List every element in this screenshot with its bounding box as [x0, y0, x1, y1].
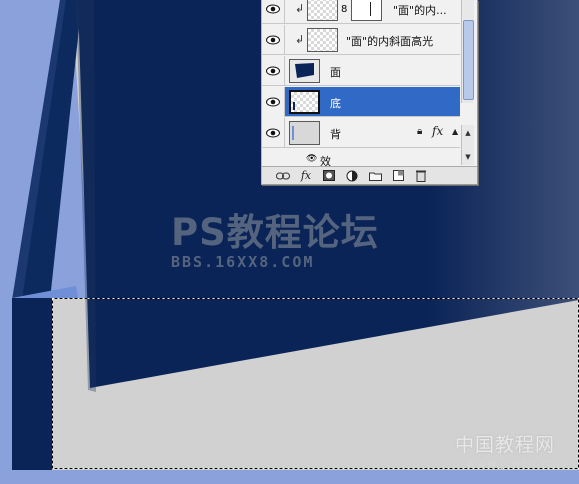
layer-row-back[interactable]: 背 🔒︎ fx ▲	[262, 118, 460, 148]
clip-arrow-icon: ↲	[295, 2, 305, 15]
site-watermark-url: www.jcwcn.com	[467, 457, 568, 470]
layer-thumbnail	[307, 0, 338, 21]
clip-arrow-icon: ↲	[295, 33, 305, 46]
layer-row-face-inner[interactable]: ↲ 8 "面"的内...	[262, 0, 460, 24]
mask-icon[interactable]	[322, 170, 336, 182]
layer-name[interactable]: 背	[330, 126, 341, 142]
layer-name[interactable]: 底	[330, 95, 341, 111]
visibility-eye-icon[interactable]	[262, 56, 285, 86]
scroll-down-icon[interactable]: ▼	[462, 151, 474, 163]
layer-thumbnail	[289, 59, 320, 83]
forum-watermark-url: BBS.16XX8.COM	[171, 253, 315, 271]
layers-scrollbar-upper[interactable]	[461, 0, 474, 103]
link-icon[interactable]	[276, 170, 290, 182]
effects-eye-icon[interactable]: 👁︎	[306, 154, 317, 164]
layers-scrollbar-lower[interactable]: ▲ ▼	[461, 125, 474, 165]
layers-panel-footer: fx	[262, 166, 477, 184]
trash-icon[interactable]	[414, 170, 428, 182]
scroll-up-icon[interactable]: ▲	[462, 127, 474, 139]
visibility-eye-icon[interactable]	[262, 25, 285, 55]
layers-panel: ↲ 8 "面"的内... ↲ "面"的内斜面高光 面 底 背 🔒︎ fx ▲ 👁…	[261, 0, 478, 185]
fx-icon[interactable]: fx	[299, 169, 313, 182]
scroll-thumb[interactable]	[463, 20, 474, 100]
forum-watermark-title: PS教程论坛	[171, 211, 379, 254]
site-watermark-name: 中国教程网	[455, 434, 556, 456]
layer-mask-thumbnail[interactable]	[351, 0, 382, 21]
folder-icon[interactable]	[368, 170, 382, 182]
forum-watermark: PS教程论坛 BBS.16XX8.COM	[171, 211, 379, 272]
layer-thumbnail	[307, 28, 338, 52]
mask-link-icon[interactable]: 8	[341, 4, 347, 15]
expand-effects-icon[interactable]: ▲	[452, 127, 458, 136]
layer-thumbnail	[289, 90, 320, 114]
fx-indicator-icon[interactable]: fx	[432, 124, 443, 138]
layer-name[interactable]: "面"的内...	[393, 2, 447, 18]
new-layer-icon[interactable]	[391, 170, 405, 182]
visibility-eye-icon[interactable]	[262, 0, 285, 24]
layer-row-face-bevel[interactable]: ↲ "面"的内斜面高光	[262, 25, 460, 55]
site-watermark: 中国教程网 www.jcwcn.com	[455, 430, 568, 470]
layer-name[interactable]: 面	[330, 64, 341, 80]
layer-name[interactable]: "面"的内斜面高光	[346, 33, 433, 49]
adjustment-icon[interactable]	[345, 170, 359, 182]
layer-row-face[interactable]: 面	[262, 56, 460, 86]
layer-row-base[interactable]: 底	[262, 87, 460, 117]
visibility-eye-icon[interactable]	[262, 87, 285, 117]
lock-icon: 🔒︎	[417, 126, 423, 137]
visibility-eye-icon[interactable]	[262, 118, 285, 148]
layer-thumbnail	[289, 121, 320, 145]
scroll-up-top-icon[interactable]	[461, 0, 473, 12]
